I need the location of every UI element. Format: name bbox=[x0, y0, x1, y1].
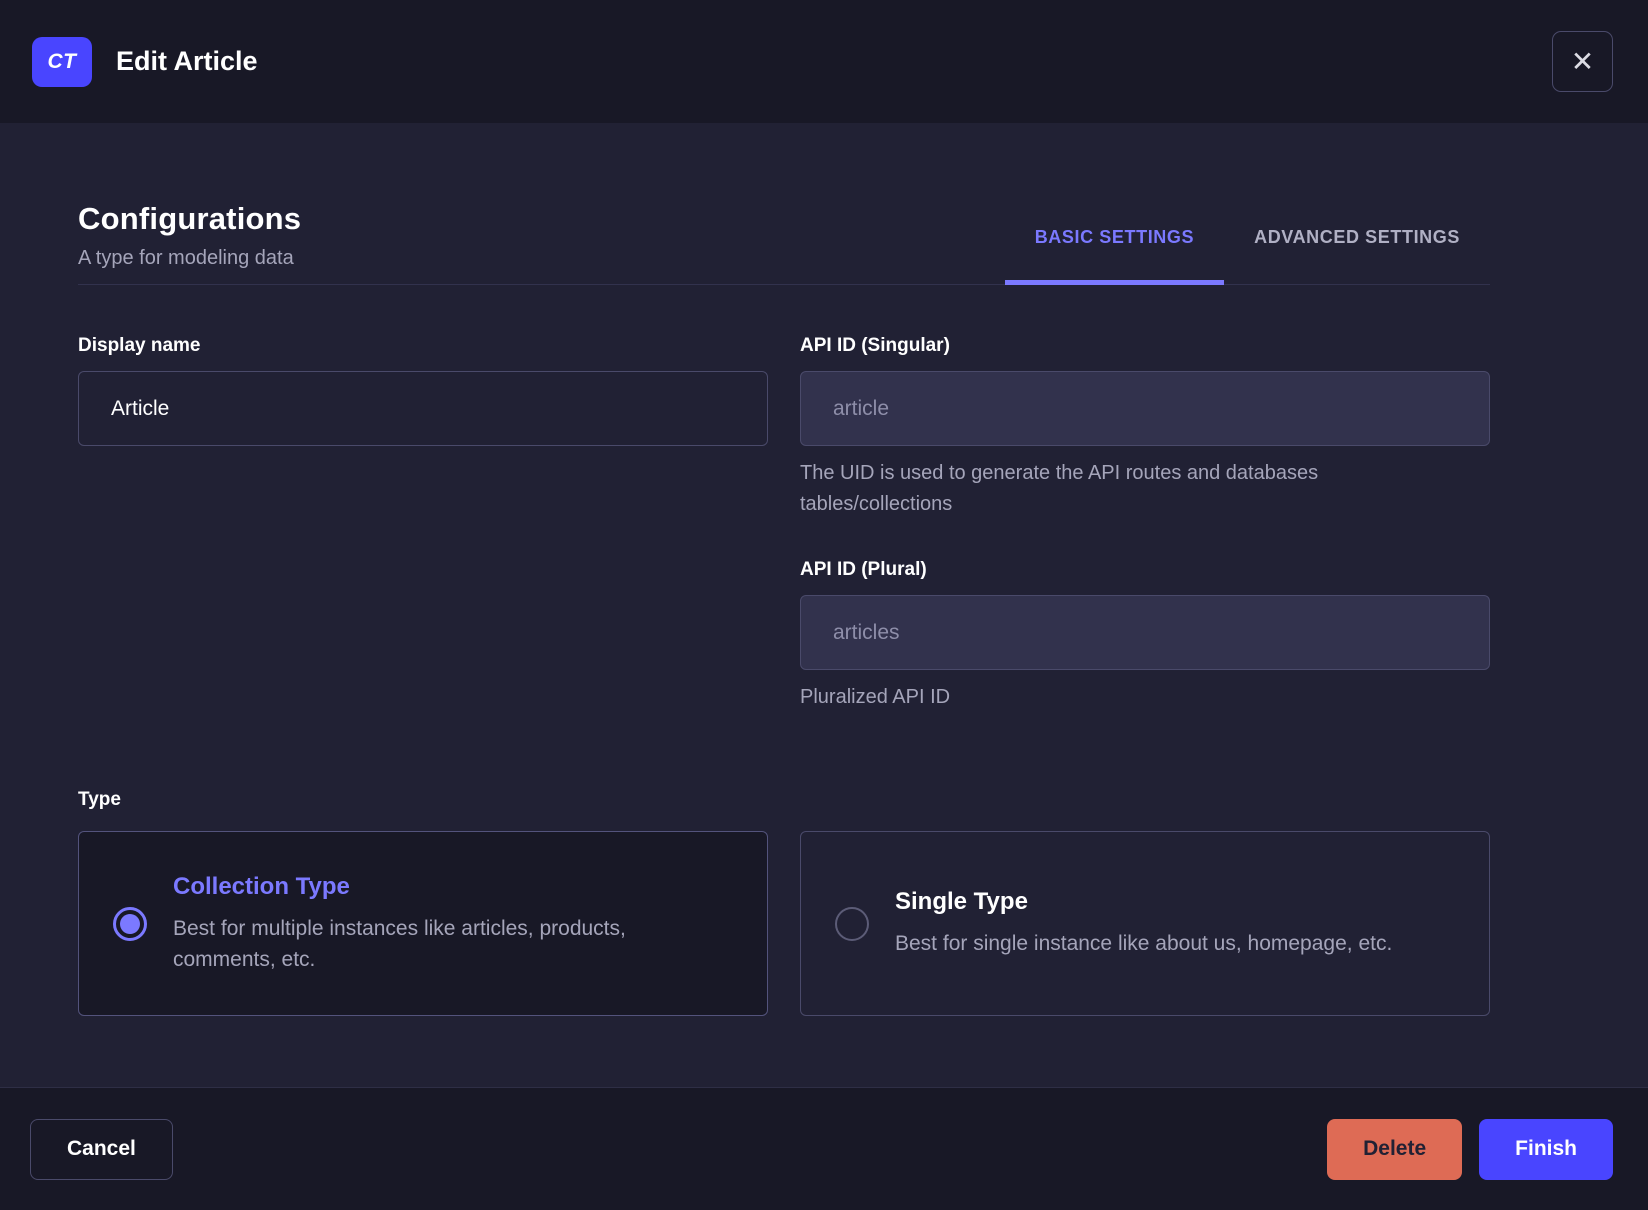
tab-basic-settings[interactable]: BASIC SETTINGS bbox=[1004, 227, 1225, 285]
form-column-right: API ID (Singular) The UID is used to gen… bbox=[800, 335, 1490, 713]
form-column-left: Display name bbox=[78, 335, 768, 713]
api-id-singular-input bbox=[800, 371, 1490, 446]
page-title: Configurations bbox=[78, 201, 302, 236]
modal-body: Configurations A type for modeling data … bbox=[0, 123, 1648, 1087]
collection-type-card[interactable]: Collection Type Best for multiple instan… bbox=[78, 831, 768, 1016]
radio-unselected-icon[interactable] bbox=[835, 906, 869, 941]
api-id-plural-hint: Pluralized API ID bbox=[800, 686, 951, 708]
collection-type-title: Collection Type bbox=[173, 872, 350, 900]
api-id-plural-field-group: API ID (Plural) Pluralized API ID bbox=[800, 559, 1490, 713]
display-name-label: Display name bbox=[78, 335, 201, 356]
api-id-singular-label: API ID (Singular) bbox=[800, 335, 950, 356]
edit-content-type-modal: CT Edit Article ✕ Configurations A type … bbox=[0, 0, 1648, 1210]
cancel-button[interactable]: Cancel bbox=[30, 1118, 173, 1180]
page-subtitle: A type for modeling data bbox=[78, 247, 294, 269]
single-type-description: Best for single instance like about us, … bbox=[895, 932, 1393, 955]
collection-type-text: Collection Type Best for multiple instan… bbox=[173, 873, 697, 975]
modal-title: Edit Article bbox=[116, 46, 258, 76]
settings-tabs: BASIC SETTINGS ADVANCED SETTINGS bbox=[1004, 227, 1490, 285]
api-id-singular-hint: The UID is used to generate the API rout… bbox=[800, 462, 1319, 515]
type-section: Type Collection Type Best for multiple i… bbox=[78, 789, 1490, 1016]
api-id-singular-field-group: API ID (Singular) The UID is used to gen… bbox=[800, 335, 1490, 520]
single-type-text: Single Type Best for single instance lik… bbox=[895, 888, 1392, 959]
display-name-input[interactable] bbox=[78, 371, 768, 446]
close-button[interactable]: ✕ bbox=[1552, 31, 1613, 92]
type-label: Type bbox=[78, 789, 121, 810]
close-icon: ✕ bbox=[1570, 45, 1595, 77]
footer-actions: Delete Finish bbox=[1327, 1118, 1613, 1180]
single-type-title: Single Type bbox=[895, 888, 1028, 915]
single-type-card[interactable]: Single Type Best for single instance lik… bbox=[800, 831, 1490, 1016]
tab-advanced-settings[interactable]: ADVANCED SETTINGS bbox=[1224, 227, 1490, 284]
modal-footer: Cancel Delete Finish bbox=[0, 1087, 1648, 1210]
display-name-field-group: Display name bbox=[78, 335, 768, 446]
collection-type-description: Best for multiple instances like article… bbox=[173, 916, 626, 971]
radio-dot bbox=[120, 913, 140, 934]
modal-header: CT Edit Article ✕ bbox=[0, 0, 1648, 123]
delete-button[interactable]: Delete bbox=[1327, 1118, 1463, 1180]
api-id-plural-input bbox=[800, 595, 1490, 670]
finish-button[interactable]: Finish bbox=[1479, 1118, 1613, 1180]
api-id-plural-label: API ID (Plural) bbox=[800, 559, 927, 580]
intro-row: Configurations A type for modeling data … bbox=[78, 201, 1490, 285]
form-grid: Display name API ID (Singular) The UID i… bbox=[78, 335, 1490, 713]
radio-selected-icon[interactable] bbox=[113, 906, 147, 941]
content-type-badge: CT bbox=[32, 36, 92, 87]
type-cards: Collection Type Best for multiple instan… bbox=[78, 831, 1490, 1016]
intro-text: Configurations A type for modeling data bbox=[78, 201, 301, 284]
